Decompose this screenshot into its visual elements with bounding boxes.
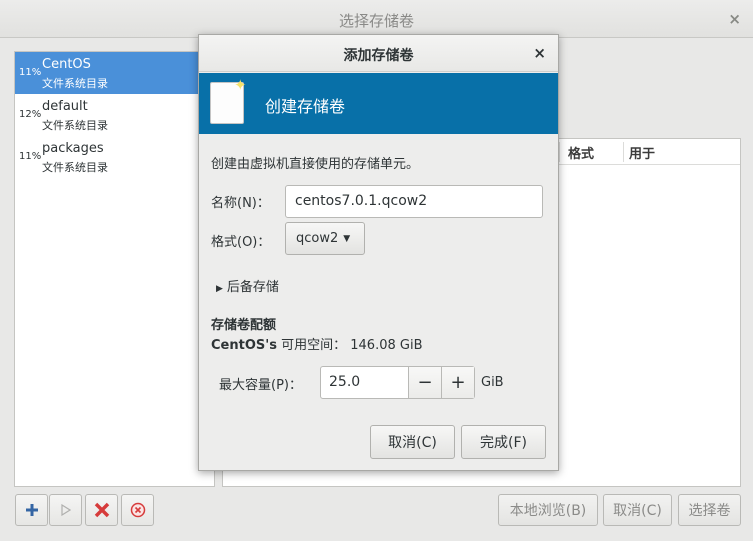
- max-capacity-spinner[interactable]: 25.0 − +: [320, 366, 475, 399]
- pool-type: 文件系统目录: [42, 161, 108, 174]
- pool-name: CentOS: [42, 57, 91, 72]
- volume-name-input[interactable]: centos7.0.1.qcow2: [285, 185, 543, 218]
- available-value: 146.08 GiB: [350, 338, 423, 353]
- add-pool-button[interactable]: [15, 494, 48, 526]
- max-capacity-label: 最大容量(P)：: [219, 378, 302, 393]
- pool-type: 文件系统目录: [42, 119, 108, 132]
- browse-local-button[interactable]: 本地浏览(B): [498, 494, 598, 526]
- increment-button[interactable]: +: [441, 367, 474, 398]
- dialog-description: 创建由虚拟机直接使用的存储单元。: [211, 157, 420, 172]
- dialog-banner: ✦ 创建存储卷: [199, 73, 558, 134]
- backing-store-label: 后备存储: [226, 280, 279, 295]
- pool-item-centos[interactable]: 11% CentOS 文件系统目录: [15, 52, 214, 94]
- dialog-close-icon[interactable]: ×: [533, 44, 546, 62]
- stop-pool-button[interactable]: [85, 494, 118, 526]
- dialog-titlebar: 添加存储卷 ×: [199, 35, 558, 72]
- available-label: 可用空间：: [281, 338, 347, 353]
- banner-title: 创建存储卷: [265, 97, 346, 116]
- available-space: CentOS's 可用空间： 146.08 GiB: [211, 334, 423, 353]
- window-titlebar: 选择存储卷 ×: [0, 0, 753, 38]
- decrement-button[interactable]: −: [408, 367, 441, 398]
- format-dropdown[interactable]: qcow2 ▼: [285, 222, 365, 255]
- chevron-right-icon: ▶: [216, 284, 223, 294]
- column-separator: [559, 142, 560, 162]
- column-header-format[interactable]: 格式: [568, 143, 594, 162]
- plus-icon: [25, 504, 38, 516]
- pool-usage-percent: 11%: [19, 67, 42, 78]
- pool-item-packages[interactable]: 11% packages 文件系统目录: [15, 136, 214, 178]
- finish-button[interactable]: 完成(F): [461, 425, 546, 459]
- pool-name-bold: CentOS's: [211, 338, 277, 353]
- window-title: 选择存储卷: [338, 12, 414, 30]
- pool-item-default[interactable]: 12% default 文件系统目录: [15, 94, 214, 136]
- window-close-icon[interactable]: ×: [728, 10, 741, 28]
- choose-volume-button[interactable]: 选择卷: [678, 494, 741, 526]
- dialog-cancel-button[interactable]: 取消(C): [370, 425, 455, 459]
- column-header-used-by[interactable]: 用于: [629, 143, 655, 162]
- format-label: 格式(O)：: [211, 235, 271, 250]
- cancel-button[interactable]: 取消(C): [603, 494, 672, 526]
- chevron-down-icon: ▼: [343, 233, 351, 244]
- delete-circle-icon: [130, 502, 145, 518]
- storage-pool-list: 11% CentOS 文件系统目录 12% default 文件系统目录 11%…: [14, 51, 215, 487]
- pool-usage-percent: 12%: [19, 109, 42, 120]
- column-separator: [623, 142, 624, 162]
- pool-usage-percent: 11%: [19, 151, 42, 162]
- start-pool-button[interactable]: [49, 494, 82, 526]
- backing-store-expander[interactable]: ▶ 后备存储: [216, 276, 279, 295]
- star-icon: ✦: [234, 76, 247, 94]
- pool-type: 文件系统目录: [42, 77, 108, 90]
- pool-name: default: [42, 99, 88, 114]
- pool-name: packages: [42, 141, 104, 156]
- capacity-unit: GiB: [481, 375, 504, 390]
- name-label: 名称(N)：: [211, 196, 270, 211]
- add-volume-dialog: 添加存储卷 × ✦ 创建存储卷 创建由虚拟机直接使用的存储单元。 名称(N)： …: [198, 34, 559, 471]
- delete-pool-button[interactable]: [121, 494, 154, 526]
- max-capacity-value[interactable]: 25.0: [329, 374, 360, 390]
- format-value: qcow2: [296, 231, 339, 246]
- play-icon: [60, 504, 71, 516]
- quota-heading: 存储卷配额: [211, 318, 277, 333]
- x-icon: [94, 502, 109, 518]
- dialog-title: 添加存储卷: [343, 48, 414, 64]
